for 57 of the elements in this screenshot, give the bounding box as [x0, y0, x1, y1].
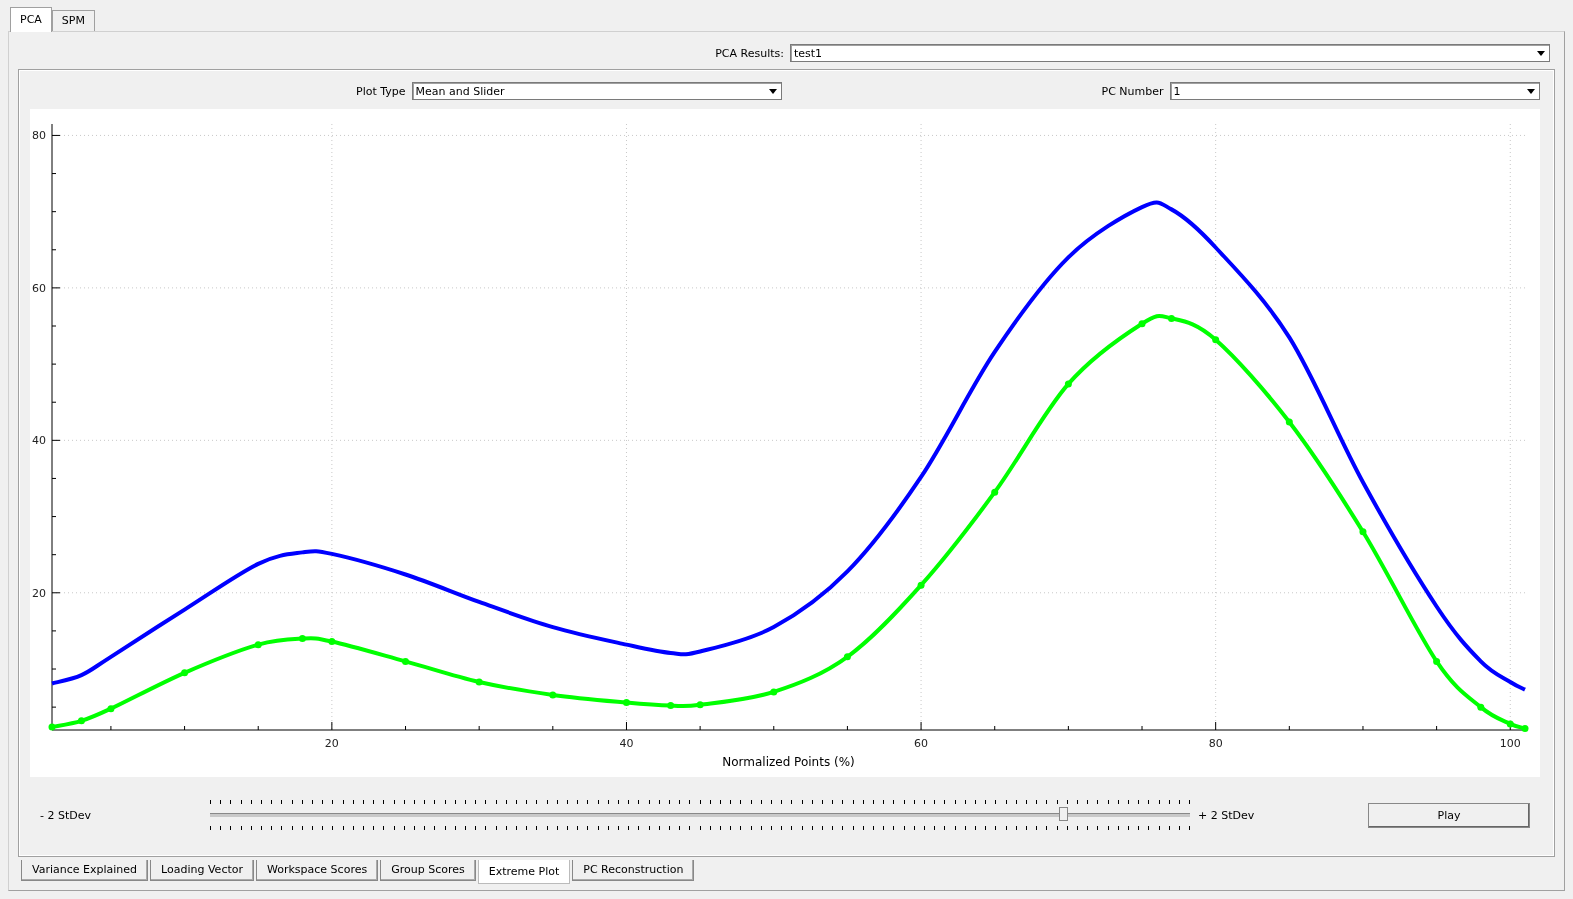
- point: [1064, 380, 1072, 388]
- play-button[interactable]: Play: [1368, 802, 1530, 828]
- point: [77, 717, 85, 725]
- point: [843, 653, 851, 661]
- slider-thumb[interactable]: [1058, 807, 1068, 821]
- dropdown-arrow-icon: [1537, 50, 1545, 56]
- x-tick-label: 80: [1208, 737, 1223, 750]
- point: [298, 635, 306, 643]
- point: [991, 488, 999, 496]
- tab[interactable]: PC Reconstruction: [572, 860, 695, 881]
- tab[interactable]: Loading Vector: [150, 860, 254, 881]
- point: [1138, 320, 1146, 328]
- tab[interactable]: Variance Explained: [21, 860, 149, 881]
- tab[interactable]: Workspace Scores: [256, 860, 379, 881]
- point: [1359, 528, 1367, 536]
- dropdown-arrow-icon: [1526, 88, 1535, 94]
- slider-min-label: - 2 StDev: [39, 808, 92, 822]
- point: [254, 641, 262, 649]
- pc-number-label: PC Number: [1101, 84, 1164, 98]
- x-axis-title: Normalized Points (%): [722, 755, 855, 769]
- point: [328, 638, 336, 646]
- x-tick-label: 100: [1499, 737, 1521, 750]
- y-tick-label: 60: [32, 281, 46, 295]
- slider-max-label: + 2 StDev: [1198, 808, 1256, 822]
- point: [1521, 724, 1529, 732]
- x-tick-label: 40: [619, 737, 634, 750]
- point: [1212, 336, 1220, 344]
- point: [917, 581, 925, 589]
- tab[interactable]: Group Scores: [380, 860, 476, 881]
- plot-type-dropdown[interactable]: Mean and Slider: [411, 82, 782, 100]
- point: [1433, 657, 1441, 665]
- point: [622, 699, 630, 707]
- y-tick-label: 40: [32, 434, 46, 448]
- pca-results-dropdown[interactable]: test1: [790, 44, 1550, 62]
- point: [475, 678, 483, 686]
- point: [1285, 418, 1293, 426]
- tab[interactable]: Extreme Plot: [477, 860, 571, 884]
- point: [1167, 314, 1175, 322]
- dropdown-arrow-icon: [768, 88, 777, 94]
- point: [667, 702, 675, 710]
- point: [549, 691, 557, 699]
- pc-number-dropdown[interactable]: 1: [1169, 82, 1540, 100]
- tab[interactable]: PCA: [10, 7, 52, 32]
- point: [48, 723, 56, 731]
- point: [770, 688, 778, 696]
- x-tick-label: 20: [324, 737, 339, 750]
- y-tick-label: 80: [32, 129, 46, 143]
- x-tick-label: 60: [914, 737, 929, 750]
- point: [1477, 703, 1485, 711]
- point: [107, 705, 115, 713]
- pca-results-label: PCA Results:: [715, 46, 784, 60]
- point: [696, 701, 704, 709]
- y-tick-label: 20: [32, 586, 46, 600]
- plot-type-label: Plot Type: [356, 84, 406, 98]
- point: [181, 669, 189, 677]
- point: [402, 657, 410, 665]
- tab[interactable]: SPM: [51, 10, 95, 31]
